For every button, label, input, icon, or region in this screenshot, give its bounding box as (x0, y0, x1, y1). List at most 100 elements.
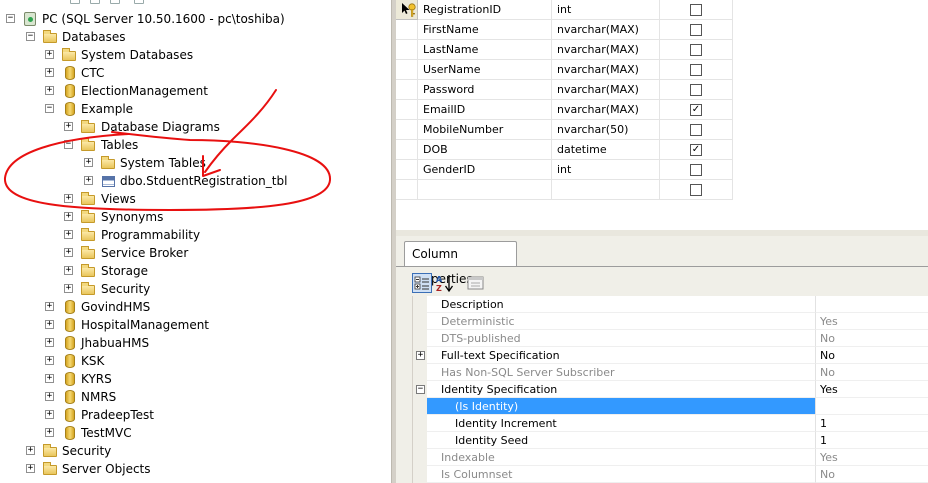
tree-node-security[interactable]: + Security (0, 442, 390, 460)
property-name[interactable]: Indexable (427, 449, 815, 466)
tree-node-synonyms[interactable]: + Synonyms (0, 208, 390, 226)
categorized-button[interactable] (412, 273, 432, 293)
allow-nulls-checkbox[interactable] (690, 84, 702, 96)
disconnect-icon[interactable] (90, 0, 100, 4)
data-type-cell[interactable]: nvarchar(50) (552, 120, 660, 140)
property-value[interactable]: No (815, 466, 928, 483)
tree-node-service-broker[interactable]: + Service Broker (0, 244, 390, 262)
data-type-cell[interactable]: nvarchar(MAX) (552, 100, 660, 120)
property-name[interactable]: Identity Seed (427, 432, 815, 449)
expand-icon[interactable]: + (45, 410, 54, 419)
tree-node-databases[interactable]: − Databases (0, 28, 390, 46)
property-row[interactable]: Deterministic Yes (413, 313, 928, 330)
expand-icon[interactable]: + (45, 320, 54, 329)
row-selector[interactable] (396, 20, 418, 40)
tree-node-student-table[interactable]: + dbo.StduentRegistration_tbl (0, 172, 390, 190)
row-selector[interactable] (396, 120, 418, 140)
tab-column-properties[interactable]: Column Properties (404, 241, 517, 286)
tree-node-db-kyrs[interactable]: + KYRS (0, 370, 390, 388)
property-value[interactable] (815, 296, 928, 313)
column-name-cell[interactable]: EmailID (418, 100, 552, 120)
allow-nulls-checkbox[interactable] (690, 44, 702, 56)
property-row[interactable]: (Is Identity) (413, 398, 928, 415)
tree-node-db-nmrs[interactable]: + NMRS (0, 388, 390, 406)
allow-nulls-checkbox[interactable] (690, 24, 702, 36)
property-row[interactable]: Description (413, 296, 928, 313)
column-name-cell[interactable]: UserName (418, 60, 552, 80)
collapse-icon[interactable]: − (26, 32, 35, 41)
allow-nulls-cell[interactable] (660, 160, 733, 180)
tree-node-views[interactable]: + Views (0, 190, 390, 208)
allow-nulls-cell[interactable] (660, 0, 733, 20)
tree-node-db-pradeep[interactable]: + PradeepTest (0, 406, 390, 424)
row-selector[interactable] (396, 140, 418, 160)
expand-icon[interactable]: + (45, 356, 54, 365)
data-type-cell[interactable] (552, 180, 660, 200)
collapse-icon[interactable]: − (6, 14, 15, 23)
allow-nulls-checkbox[interactable]: ✓ (690, 144, 702, 156)
data-type-cell[interactable]: nvarchar(MAX) (552, 80, 660, 100)
tree-node-programmability[interactable]: + Programmability (0, 226, 390, 244)
row-selector[interactable] (396, 0, 418, 20)
property-name[interactable]: Identity Increment (427, 415, 815, 432)
property-name[interactable]: Full-text Specification (427, 347, 815, 364)
expand-icon[interactable]: + (64, 248, 73, 257)
allow-nulls-cell[interactable] (660, 60, 733, 80)
expand-icon[interactable]: + (45, 86, 54, 95)
expand-icon[interactable]: + (64, 212, 73, 221)
expand-icon[interactable]: + (45, 428, 54, 437)
collapse-icon[interactable]: − (416, 385, 425, 394)
allow-nulls-cell[interactable] (660, 120, 733, 140)
row-selector[interactable] (396, 80, 418, 100)
tree-node-system-tables[interactable]: + System Tables (0, 154, 390, 172)
column-name-cell[interactable]: Password (418, 80, 552, 100)
allow-nulls-checkbox[interactable] (690, 64, 702, 76)
allow-nulls-cell[interactable] (660, 80, 733, 100)
expand-icon[interactable]: + (26, 464, 35, 473)
expand-icon[interactable]: + (64, 230, 73, 239)
data-type-cell[interactable]: nvarchar(MAX) (552, 40, 660, 60)
property-row[interactable]: Has Non-SQL Server Subscriber No (413, 364, 928, 381)
property-value[interactable]: No (815, 347, 928, 364)
tree-node-db-hospital[interactable]: + HospitalManagement (0, 316, 390, 334)
collapse-icon[interactable]: − (64, 140, 73, 149)
allow-nulls-checkbox[interactable]: ✓ (690, 104, 702, 116)
column-name-cell[interactable]: RegistrationID (418, 0, 552, 20)
row-selector[interactable] (396, 60, 418, 80)
property-row[interactable]: Identity Increment 1 (413, 415, 928, 432)
row-selector[interactable] (396, 40, 418, 60)
allow-nulls-cell[interactable] (660, 180, 733, 200)
filter-icon[interactable] (110, 0, 120, 4)
data-type-cell[interactable]: nvarchar(MAX) (552, 60, 660, 80)
property-value[interactable]: Yes (815, 381, 928, 398)
property-row[interactable]: Indexable Yes (413, 449, 928, 466)
tree-node-tables[interactable]: − Tables (0, 136, 390, 154)
column-name-cell[interactable]: MobileNumber (418, 120, 552, 140)
row-selector[interactable] (396, 180, 418, 200)
data-type-cell[interactable]: nvarchar(MAX) (552, 20, 660, 40)
property-value[interactable]: 1 (815, 432, 928, 449)
expand-icon[interactable]: + (84, 176, 93, 185)
expand-icon[interactable]: + (26, 446, 35, 455)
tree-node-db-ctc[interactable]: + CTC (0, 64, 390, 82)
property-row[interactable]: − Identity Specification Yes (413, 381, 928, 398)
expand-icon[interactable]: + (45, 302, 54, 311)
tree-node-db-testmvc[interactable]: + TestMVC (0, 424, 390, 442)
property-name[interactable]: Deterministic (427, 313, 815, 330)
expand-icon[interactable]: + (84, 158, 93, 167)
tree-node-db-security[interactable]: + Security (0, 280, 390, 298)
expand-icon[interactable]: + (45, 50, 54, 59)
property-name[interactable]: (Is Identity) (427, 398, 815, 415)
property-row[interactable]: Identity Seed 1 (413, 432, 928, 449)
tree-node-db-example[interactable]: − Example (0, 100, 390, 118)
tree-node-db-govind[interactable]: + GovindHMS (0, 298, 390, 316)
row-selector[interactable] (396, 100, 418, 120)
allow-nulls-cell[interactable] (660, 40, 733, 60)
property-pages-button[interactable] (466, 273, 486, 293)
data-type-cell[interactable]: int (552, 0, 660, 20)
alphabetical-button[interactable]: A Z (435, 273, 455, 293)
allow-nulls-checkbox[interactable] (690, 124, 702, 136)
column-name-cell[interactable]: FirstName (418, 20, 552, 40)
tree-node-db-jhabua[interactable]: + JhabuaHMS (0, 334, 390, 352)
expand-icon[interactable]: + (45, 68, 54, 77)
